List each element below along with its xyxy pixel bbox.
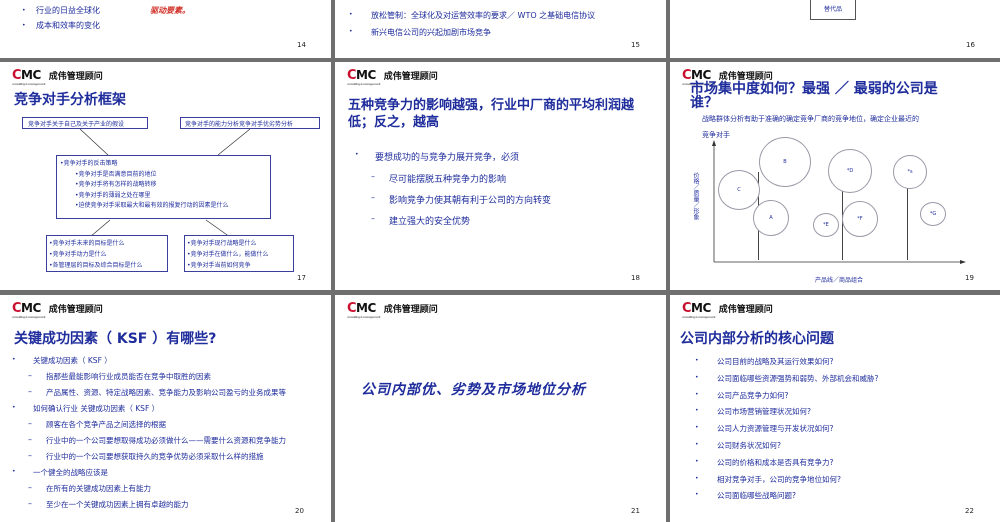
bullet-dot: • <box>22 7 26 14</box>
slide-title: 公司内部分析的核心问题 <box>680 331 834 347</box>
cmc-logo: CMC consulting & management 成伟管理顾问 <box>12 300 103 319</box>
slide-16[interactable]: 替代品 16 <box>670 0 1000 58</box>
core-question: 公司财务状况如何? <box>717 441 781 450</box>
cmc-logo: CMC consulting & management 成伟管理顾问 <box>682 300 773 319</box>
dash-marker: – <box>28 451 32 460</box>
core-question: 公司面临哪些战略问题? <box>717 491 796 501</box>
core-question: 公司面临哪些资源强势和弱势、外部机会和威胁? <box>717 373 879 383</box>
slide-15-bullet: 放松管制：全球化及对运营效率的要求／ WTO 之基础电信协议 <box>371 11 596 20</box>
bullet-dot: • <box>12 468 16 475</box>
bullet-dot: • <box>695 424 699 432</box>
dash-marker: – <box>28 419 32 428</box>
slide-title: 关键成功因素（ KSF ）有哪些? <box>14 331 217 347</box>
page-number: 18 <box>631 274 640 282</box>
page-number: 22 <box>965 507 974 515</box>
slide-15-bullet: 新兴电信公司的兴起加剧市场竞争 <box>371 28 491 37</box>
dash-marker: – <box>28 371 32 380</box>
page-number: 20 <box>295 507 304 515</box>
section-title: 公司内部优、劣势及市场地位分析 <box>361 382 586 398</box>
ksf-point: 如何确认行业 关键成功因素（ KSF ） <box>33 404 160 413</box>
ksf-subpoint: 指那些最能影响行业成员能否在竞争中取胜的因素 <box>46 372 211 381</box>
ksf-subpoint: 在所有的关键成功因素上有能力 <box>46 484 151 493</box>
slide-14-bullet: 成本和效率的变化 <box>36 21 100 30</box>
slide-15[interactable]: • 放松管制：全球化及对运营效率的要求／ WTO 之基础电信协议 • 新兴电信公… <box>335 0 666 58</box>
ksf-subpoint: 行业中的一个公司要想取得成功必须做什么——需要什么资源和竞争能力 <box>46 436 286 445</box>
slide-14-red-text: 驱动要素。 <box>150 6 190 15</box>
slide-14-bullet: 行业的日益全球化 <box>36 6 100 15</box>
cmc-logo: CMC consulting & management 成伟管理顾问 <box>347 67 438 86</box>
ksf-subpoint: 至少在一个关键成功因素上拥有卓越的能力 <box>46 500 189 509</box>
dash-marker: – <box>371 214 375 223</box>
substitute-label: 替代品 <box>823 5 842 13</box>
core-question: 公司产品竞争力如何? <box>717 390 789 400</box>
bullet-dot: • <box>12 404 16 411</box>
bubble-e: *E <box>813 213 839 237</box>
dash-marker: – <box>371 172 375 181</box>
slide-title: 五种竞争力的影响越强，行业中厂商的平均利润越 低；反之，越高 <box>348 98 635 130</box>
ksf-point: 一个健全的战略应该是 <box>33 468 108 477</box>
bullet-dot: • <box>22 22 26 29</box>
slide-17[interactable]: CMC consulting & management 成伟管理顾问 竞争对手分析… <box>0 62 331 290</box>
bullet-dot: • <box>695 407 699 415</box>
bubble-d: *D <box>828 149 872 193</box>
slide-14[interactable]: • 行业的日益全球化 驱动要素。 • 成本和效率的变化 14 <box>0 0 331 58</box>
dash-marker: – <box>28 483 32 492</box>
dash-marker: – <box>371 193 375 202</box>
ksf-point: 关键成功因素（ KSF ） <box>33 356 112 365</box>
bullet-dot: • <box>695 474 699 482</box>
strategy-box: •竞争对手现行战略是什么 •竞争对手在做什么，能做什么 •竞争对手当前如何竞争 <box>184 235 294 272</box>
y-axis-label: 价格／质量／形象 <box>692 172 699 220</box>
slide-21[interactable]: CMC consulting & management 成伟管理顾问 公司内部优、… <box>335 295 666 522</box>
page-number: 16 <box>966 41 975 49</box>
slide-19[interactable]: CMC consulting & management 成伟管理顾问 市场集中度如… <box>670 62 1000 290</box>
bubble-b: B <box>759 137 811 187</box>
sub-point: 影响竞争力使其朝有利于公司的方向转变 <box>389 196 552 206</box>
page-number: 19 <box>965 274 974 282</box>
ksf-subpoint: 行业中的一个公司要想获取持久的竞争优势必须采取什么样的措施 <box>46 452 264 461</box>
bullet-dot: • <box>695 457 699 465</box>
bullet-dot: • <box>349 28 353 35</box>
bubble-g: *G <box>920 202 946 226</box>
sub-point: 尽可能摆脱五种竞争力的影响 <box>389 175 507 185</box>
substitute-box: 替代品 <box>810 0 856 20</box>
core-question: 相对竞争对手，公司的竞争地位如何? <box>717 474 841 484</box>
bubble-s: *s <box>893 155 927 189</box>
core-question: 公司人力资源管理与开发状况如何? <box>717 424 834 434</box>
bullet-dot: • <box>695 373 699 381</box>
core-question: 公司的价格和成本是否具有竞争力? <box>717 457 834 467</box>
bullet-dot: • <box>12 356 16 363</box>
bullet-dot: • <box>349 11 353 18</box>
core-question: 公司市场营销管理状况如何? <box>717 407 811 417</box>
bullet-dot: • <box>695 491 699 499</box>
cmc-logo: CMC consulting & management 成伟管理顾问 <box>347 300 438 319</box>
dash-marker: – <box>28 387 32 396</box>
slide-20[interactable]: CMC consulting & management 成伟管理顾问 关键成功因素… <box>0 295 331 522</box>
slide-18[interactable]: CMC consulting & management 成伟管理顾问 五种竞争力的… <box>335 62 666 290</box>
core-question: 公司目前的战略及其运行效果如何? <box>717 357 834 366</box>
dash-marker: – <box>28 499 32 508</box>
dash-marker: – <box>28 435 32 444</box>
slide-22[interactable]: CMC consulting & management 成伟管理顾问 公司内部分析… <box>670 295 1000 522</box>
bubble-f: *F <box>842 201 878 237</box>
bullet-dot: • <box>695 441 699 448</box>
page-number: 17 <box>297 274 306 282</box>
main-point: 要想成功的与竞争力展开竞争，必须 <box>375 153 520 163</box>
sub-point: 建立强大的安全优势 <box>389 217 471 227</box>
bubble-a: A <box>753 200 789 236</box>
reaction-box: •竞争对手的反击策略 •竞争对手是否满意目前的地位 •竞争对手将有怎样的战略转移… <box>56 155 271 219</box>
goals-box: •竞争对手未来的目标是什么 •竞争对手动力是什么 •各管理层的目标及综合目标是什… <box>46 235 168 272</box>
bullet-dot: • <box>695 390 699 398</box>
page-number: 14 <box>297 41 306 49</box>
page-number: 15 <box>631 41 640 49</box>
x-axis-label: 产品线／商品组合 <box>815 277 864 284</box>
ksf-subpoint: 产品属性、资源、特定战略因素、竞争能力及影响公司盈亏的业务成果等 <box>46 388 286 397</box>
bullet-dot: • <box>355 151 359 158</box>
page-number: 21 <box>631 507 640 515</box>
bubble-c: C <box>718 170 760 210</box>
bullet-dot: • <box>695 357 699 364</box>
ksf-subpoint: 顾客在各个竞争产品之间选择的根据 <box>46 420 166 429</box>
